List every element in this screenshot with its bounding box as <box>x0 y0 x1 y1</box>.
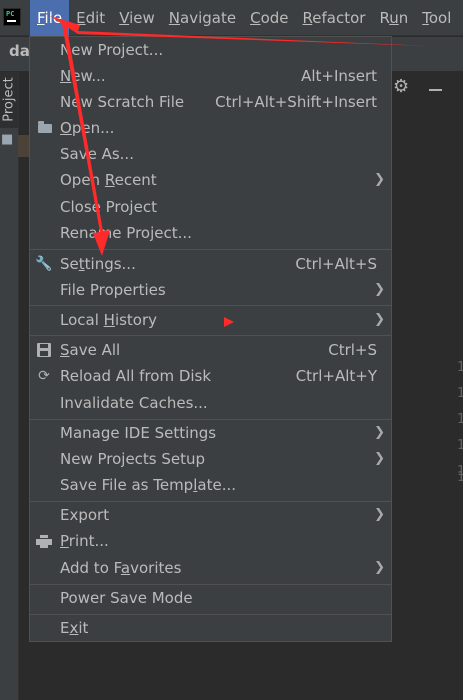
line-number: 1 <box>457 438 463 453</box>
gear-icon[interactable]: ⚙ <box>393 76 409 97</box>
menu-item-new[interactable]: New... Alt+Insert <box>30 63 391 89</box>
menu-view[interactable]: View <box>112 0 162 36</box>
submenu-chevron-icon: ❯ <box>374 560 385 575</box>
submenu-chevron-icon: ❯ <box>374 282 385 297</box>
menu-separator <box>30 305 391 306</box>
menu-item-exit[interactable]: Exit <box>30 615 391 641</box>
shortcut: Ctrl+Alt+Shift+Insert <box>215 93 377 111</box>
menu-file[interactable]: File <box>30 0 70 36</box>
menu-item-label: New Project... <box>60 41 164 59</box>
left-tool-strip <box>0 72 19 700</box>
line-number: 1 <box>457 360 463 375</box>
open-folder-icon <box>35 118 53 138</box>
menu-item-save-as-template[interactable]: Save File as Template... <box>30 472 391 498</box>
submenu-chevron-icon: ❯ <box>374 451 385 466</box>
printer-icon <box>35 531 53 551</box>
submenu-chevron-icon: ❯ <box>374 507 385 522</box>
menu-item-settings[interactable]: 🔧 Settings... Ctrl+Alt+S <box>30 251 391 277</box>
menu-run[interactable]: Run <box>372 0 415 36</box>
refresh-icon: ⟳ <box>38 368 50 384</box>
menu-item-new-project[interactable]: New Project... <box>30 37 391 63</box>
minimize-icon[interactable] <box>429 89 442 91</box>
line-number: 1 <box>457 470 463 485</box>
menu-item-add-to-favorites[interactable]: Add to Favorites ❯ <box>30 555 391 581</box>
shortcut: Ctrl+Alt+S <box>295 255 377 273</box>
menu-item-save-as[interactable]: Save As... <box>30 141 391 167</box>
menu-item-close-project[interactable]: Close Project <box>30 194 391 220</box>
menu-edit[interactable]: Edit <box>69 0 112 36</box>
wrench-icon: 🔧 <box>35 256 53 272</box>
menu-item-reload-all[interactable]: ⟳ Reload All from Disk Ctrl+Alt+Y <box>30 363 391 389</box>
submenu-chevron-icon: ❯ <box>374 425 385 440</box>
line-number: 1 <box>457 412 463 427</box>
project-tool-tab-label[interactable]: Project <box>2 74 17 126</box>
menu-item-local-history[interactable]: Local History ❯ <box>30 307 391 333</box>
menu-item-export[interactable]: Export ❯ <box>30 502 391 528</box>
menu-code[interactable]: Code <box>243 0 295 36</box>
folder-icon: ■ <box>1 132 14 147</box>
shortcut: Ctrl+Alt+Y <box>295 367 377 385</box>
menu-item-print[interactable]: Print... <box>30 528 391 554</box>
menu-navigate[interactable]: Navigate <box>162 0 243 36</box>
menu-item-new-projects-setup[interactable]: New Projects Setup ❯ <box>30 446 391 472</box>
menu-refactor[interactable]: Refactor <box>296 0 373 36</box>
menu-item-save-all[interactable]: Save All Ctrl+S <box>30 337 391 363</box>
menu-item-manage-ide-settings[interactable]: Manage IDE Settings ❯ <box>30 420 391 446</box>
shortcut: Alt+Insert <box>301 67 377 85</box>
menu-item-power-save-mode[interactable]: Power Save Mode <box>30 585 391 611</box>
file-menu-dropdown: New Project... New... Alt+Insert New Scr… <box>29 36 392 642</box>
line-number: 1 <box>457 386 463 401</box>
menubar-items: File Edit View Navigate Code Refactor Ru… <box>30 0 458 36</box>
pycharm-logo-icon[interactable]: PC <box>3 8 21 26</box>
menu-item-rename-project[interactable]: Rename Project... <box>30 220 391 246</box>
menu-item-new-scratch-file[interactable]: New Scratch File Ctrl+Alt+Shift+Insert <box>30 89 391 115</box>
main-menubar: PC File Edit View Navigate Code Refactor… <box>0 0 463 36</box>
menu-tools[interactable]: Tool <box>415 0 458 36</box>
menu-item-invalidate-caches[interactable]: Invalidate Caches... <box>30 390 391 416</box>
menu-item-open-recent[interactable]: Open Recent ❯ <box>30 167 391 193</box>
submenu-chevron-icon: ❯ <box>374 312 385 327</box>
menu-separator <box>30 335 391 336</box>
shortcut: Ctrl+S <box>328 341 377 359</box>
menu-item-open[interactable]: Open... <box>30 115 391 141</box>
submenu-chevron-icon: ❯ <box>374 172 385 187</box>
menu-item-file-properties[interactable]: File Properties ❯ <box>30 277 391 303</box>
save-icon <box>35 340 53 360</box>
menu-separator <box>30 249 391 250</box>
